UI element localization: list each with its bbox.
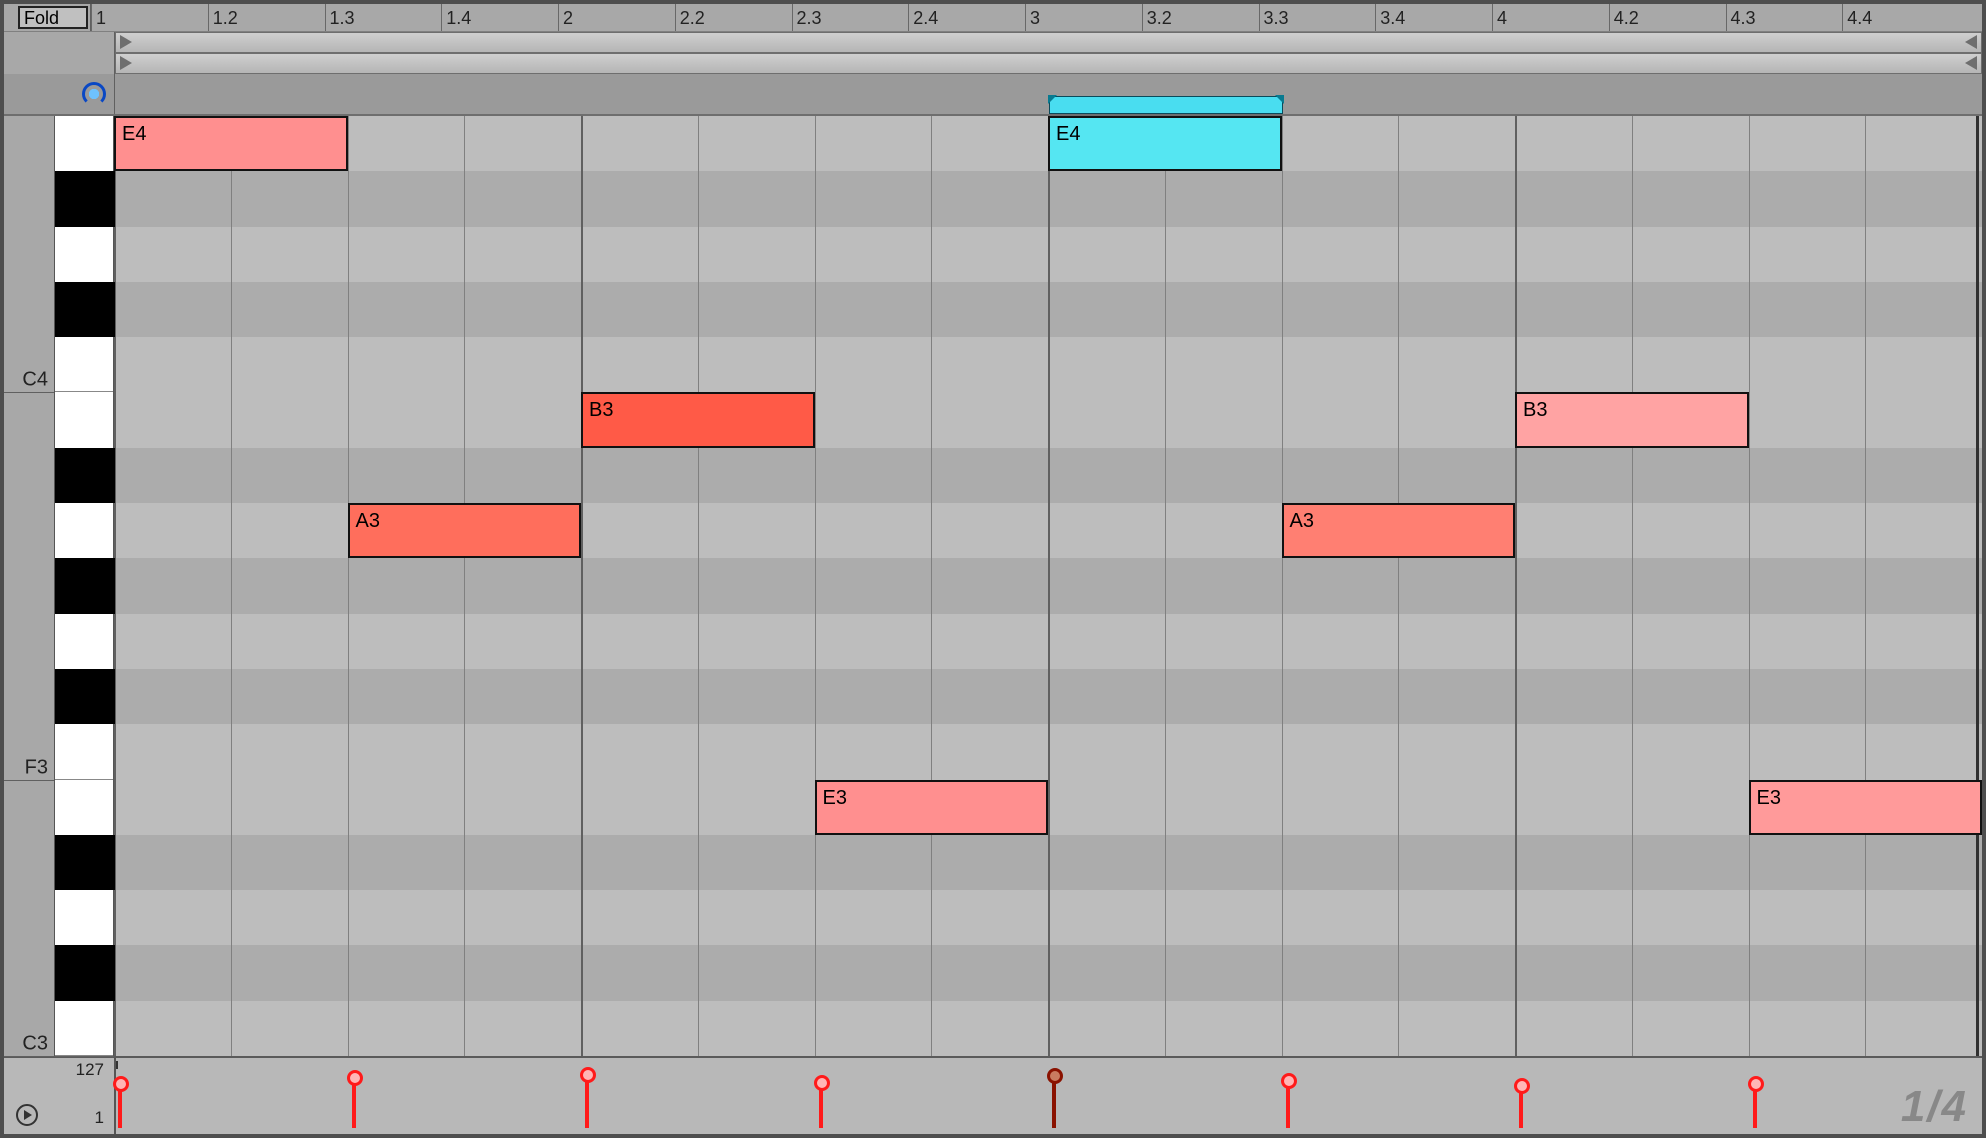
marker-strip (4, 74, 1982, 116)
loop-marker-track[interactable] (114, 74, 1982, 114)
ruler-tick: 4.2 (1609, 4, 1639, 31)
ruler-tick: 3.4 (1375, 4, 1405, 31)
velocity-marker[interactable] (585, 1074, 589, 1128)
black-key[interactable] (55, 282, 115, 337)
velocity-marker[interactable] (1753, 1083, 1757, 1128)
ruler-tick: 1.4 (441, 4, 471, 31)
ruler-tick: 3.2 (1142, 4, 1172, 31)
velocity-marker[interactable] (819, 1082, 823, 1128)
white-key[interactable] (55, 724, 113, 779)
ruler-tick: 3.3 (1259, 4, 1289, 31)
black-key[interactable] (55, 558, 115, 613)
black-key[interactable] (55, 945, 115, 1000)
piano-column: C4 F3 C3 (4, 116, 114, 1056)
play-icon[interactable] (16, 1104, 38, 1126)
velocity-marker[interactable] (118, 1083, 122, 1128)
ruler-row: Fold 1 1.2 1.3 1.4 2 2.2 2.3 2.4 3 3.2 3.3 3.4 4 4.2 4… (4, 4, 1982, 32)
midi-note[interactable]: E4 (1048, 116, 1282, 171)
pitch-label: F3 (25, 756, 48, 779)
piano-roll-main: C4 F3 C3 E4 A3 B3 E3 E4 A3 B3 E3 (4, 116, 1982, 1058)
ruler-tick: 3 (1025, 4, 1040, 31)
velocity-min-label: 1 (95, 1108, 104, 1128)
velocity-marker[interactable] (1052, 1075, 1056, 1128)
horizontal-scroll-top[interactable] (115, 32, 1982, 53)
piano-keyboard[interactable] (54, 116, 114, 1056)
midi-note[interactable]: B3 (1515, 392, 1749, 447)
timeline-ruler[interactable]: 1 1.2 1.3 1.4 2 2.2 2.3 2.4 3 3.2 3.3 3.4 4 4.2 4.3 4.4 (90, 4, 1982, 31)
black-key[interactable] (55, 448, 115, 503)
black-key[interactable] (55, 669, 115, 724)
ruler-tick: 2 (558, 4, 573, 31)
ruler-tick: 2.4 (908, 4, 938, 31)
velocity-track[interactable]: 1/4 (114, 1058, 1982, 1134)
ruler-tick: 2.3 (792, 4, 822, 31)
fold-button[interactable]: Fold (18, 6, 88, 29)
ruler-tick: 2.2 (675, 4, 705, 31)
velocity-scale: 127 1 (4, 1058, 114, 1134)
midi-note[interactable]: B3 (581, 392, 815, 447)
pitch-label: C4 (22, 369, 48, 392)
black-key[interactable] (55, 835, 115, 890)
black-key[interactable] (55, 171, 115, 226)
midi-editor: Fold 1 1.2 1.3 1.4 2 2.2 2.3 2.4 3 3.2 3.3 3.4 4 4.2 4… (0, 0, 1986, 1138)
ruler-tick: 4.4 (1842, 4, 1872, 31)
velocity-marker[interactable] (1519, 1085, 1523, 1128)
midi-note[interactable]: A3 (348, 503, 582, 558)
clip-end-marker[interactable] (1976, 116, 1979, 1056)
pitch-label: C3 (22, 1033, 48, 1056)
midi-note[interactable]: E3 (1749, 780, 1983, 835)
velocity-marker[interactable] (1286, 1080, 1290, 1128)
ruler-tick: 1.3 (325, 4, 355, 31)
horizontal-scroll-bottom[interactable] (115, 53, 1982, 74)
white-key[interactable] (55, 1001, 113, 1056)
scroll-strip (4, 32, 1982, 74)
loop-region[interactable] (1049, 96, 1283, 114)
midi-note[interactable]: E3 (815, 780, 1049, 835)
midi-note[interactable]: A3 (1282, 503, 1516, 558)
velocity-marker[interactable] (352, 1077, 356, 1128)
white-key[interactable] (55, 337, 113, 392)
ruler-tick: 4 (1492, 4, 1507, 31)
midi-note[interactable]: E4 (114, 116, 348, 171)
note-grid[interactable]: E4 A3 B3 E3 E4 A3 B3 E3 (114, 116, 1982, 1056)
velocity-lane: 127 1 1/4 (4, 1058, 1982, 1134)
preview-headphone-icon[interactable] (82, 82, 106, 106)
ruler-tick: 1 (91, 4, 106, 31)
piano-labels: C4 F3 C3 (4, 116, 54, 1056)
velocity-max-label: 127 (76, 1060, 104, 1080)
ruler-tick: 4.3 (1726, 4, 1756, 31)
ruler-tick: 1.2 (208, 4, 238, 31)
grid-resolution-label: 1/4 (1901, 1082, 1968, 1132)
